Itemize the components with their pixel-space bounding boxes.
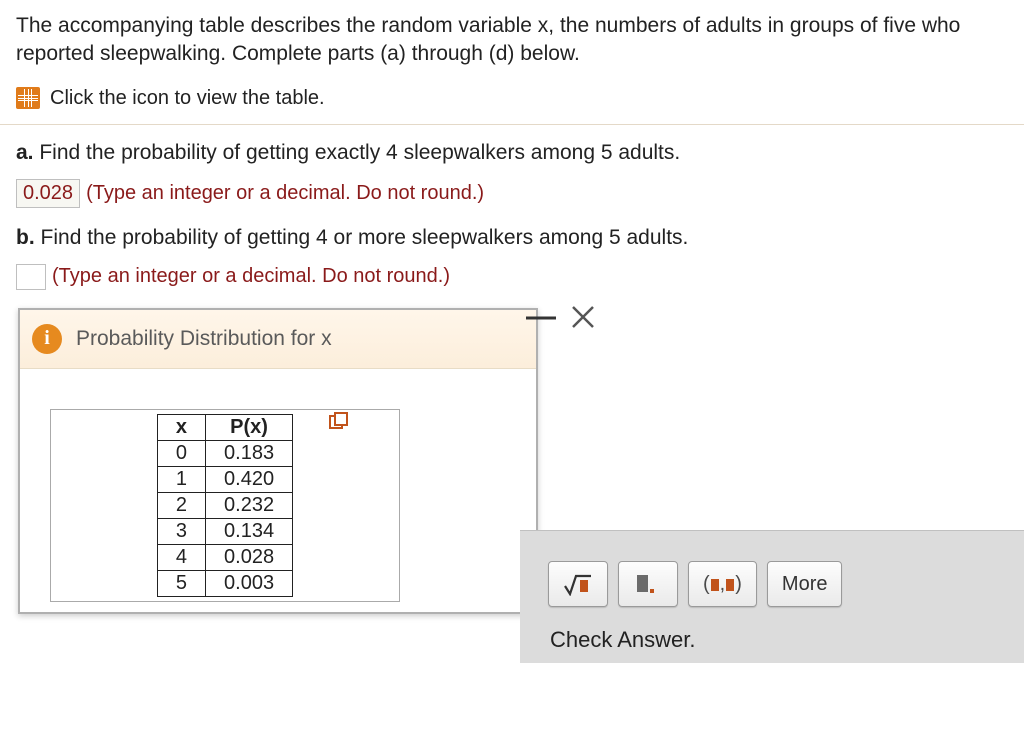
info-icon: i <box>32 324 62 354</box>
part-a-answer[interactable]: 0.028 <box>16 179 80 208</box>
minimize-icon[interactable]: — <box>526 311 556 323</box>
mixed-number-icon <box>637 573 659 595</box>
ordered-pair-button[interactable]: (,) <box>688 561 757 607</box>
table-row: 00.183 <box>157 440 292 466</box>
sqrt-button[interactable] <box>548 561 608 607</box>
sqrt-icon <box>563 572 593 596</box>
part-a-hint: (Type an integer or a decimal. Do not ro… <box>86 182 484 205</box>
problem-intro: The accompanying table describes the ran… <box>16 12 1008 69</box>
distribution-table: x P(x) 00.183 10.420 20.232 30.134 40.02… <box>157 414 293 597</box>
col-x: x <box>157 414 205 440</box>
part-b: b. Find the probability of getting 4 or … <box>16 226 1008 250</box>
popup-body: x P(x) 00.183 10.420 20.232 30.134 40.02… <box>20 369 536 612</box>
col-px: P(x) <box>206 414 293 440</box>
part-b-answer-line: (Type an integer or a decimal. Do not ro… <box>16 264 1008 290</box>
view-table-label: Click the icon to view the table. <box>50 87 325 110</box>
part-b-label: b. <box>16 226 35 249</box>
close-icon[interactable] <box>570 304 596 330</box>
table-row: 40.028 <box>157 544 292 570</box>
distribution-table-wrap: x P(x) 00.183 10.420 20.232 30.134 40.02… <box>50 409 400 602</box>
part-b-answer-input[interactable] <box>16 264 46 290</box>
math-toolbar: (,) More Check Answer. <box>520 530 1024 663</box>
distribution-popup: — i Probability Distribution for x <box>18 308 538 614</box>
part-b-text: Find the probability of getting 4 or mor… <box>41 226 689 249</box>
table-row: 10.420 <box>157 466 292 492</box>
part-b-hint: (Type an integer or a decimal. Do not ro… <box>52 265 450 288</box>
question-container: The accompanying table describes the ran… <box>0 0 1024 614</box>
ordered-pair-icon: (,) <box>703 573 742 596</box>
table-icon[interactable] <box>16 87 40 109</box>
more-button[interactable]: More <box>767 561 843 607</box>
divider <box>0 124 1024 125</box>
table-row: 50.003 <box>157 570 292 596</box>
part-a-text: Find the probability of getting exactly … <box>39 141 680 164</box>
copy-icon[interactable] <box>329 412 351 430</box>
view-table-row[interactable]: Click the icon to view the table. <box>16 87 1008 110</box>
table-header-row: x P(x) <box>157 414 292 440</box>
check-answer-label[interactable]: Check Answer. <box>548 627 1014 653</box>
part-a-answer-line: 0.028 (Type an integer or a decimal. Do … <box>16 179 1008 208</box>
part-a: a. Find the probability of getting exact… <box>16 141 1008 165</box>
popup-header[interactable]: i Probability Distribution for x <box>20 310 536 369</box>
part-a-label: a. <box>16 141 34 164</box>
table-row: 20.232 <box>157 492 292 518</box>
table-row: 30.134 <box>157 518 292 544</box>
popup-title: Probability Distribution for x <box>76 327 332 351</box>
mixed-number-button[interactable] <box>618 561 678 607</box>
more-label: More <box>782 573 828 596</box>
tool-row: (,) More <box>548 561 1014 607</box>
